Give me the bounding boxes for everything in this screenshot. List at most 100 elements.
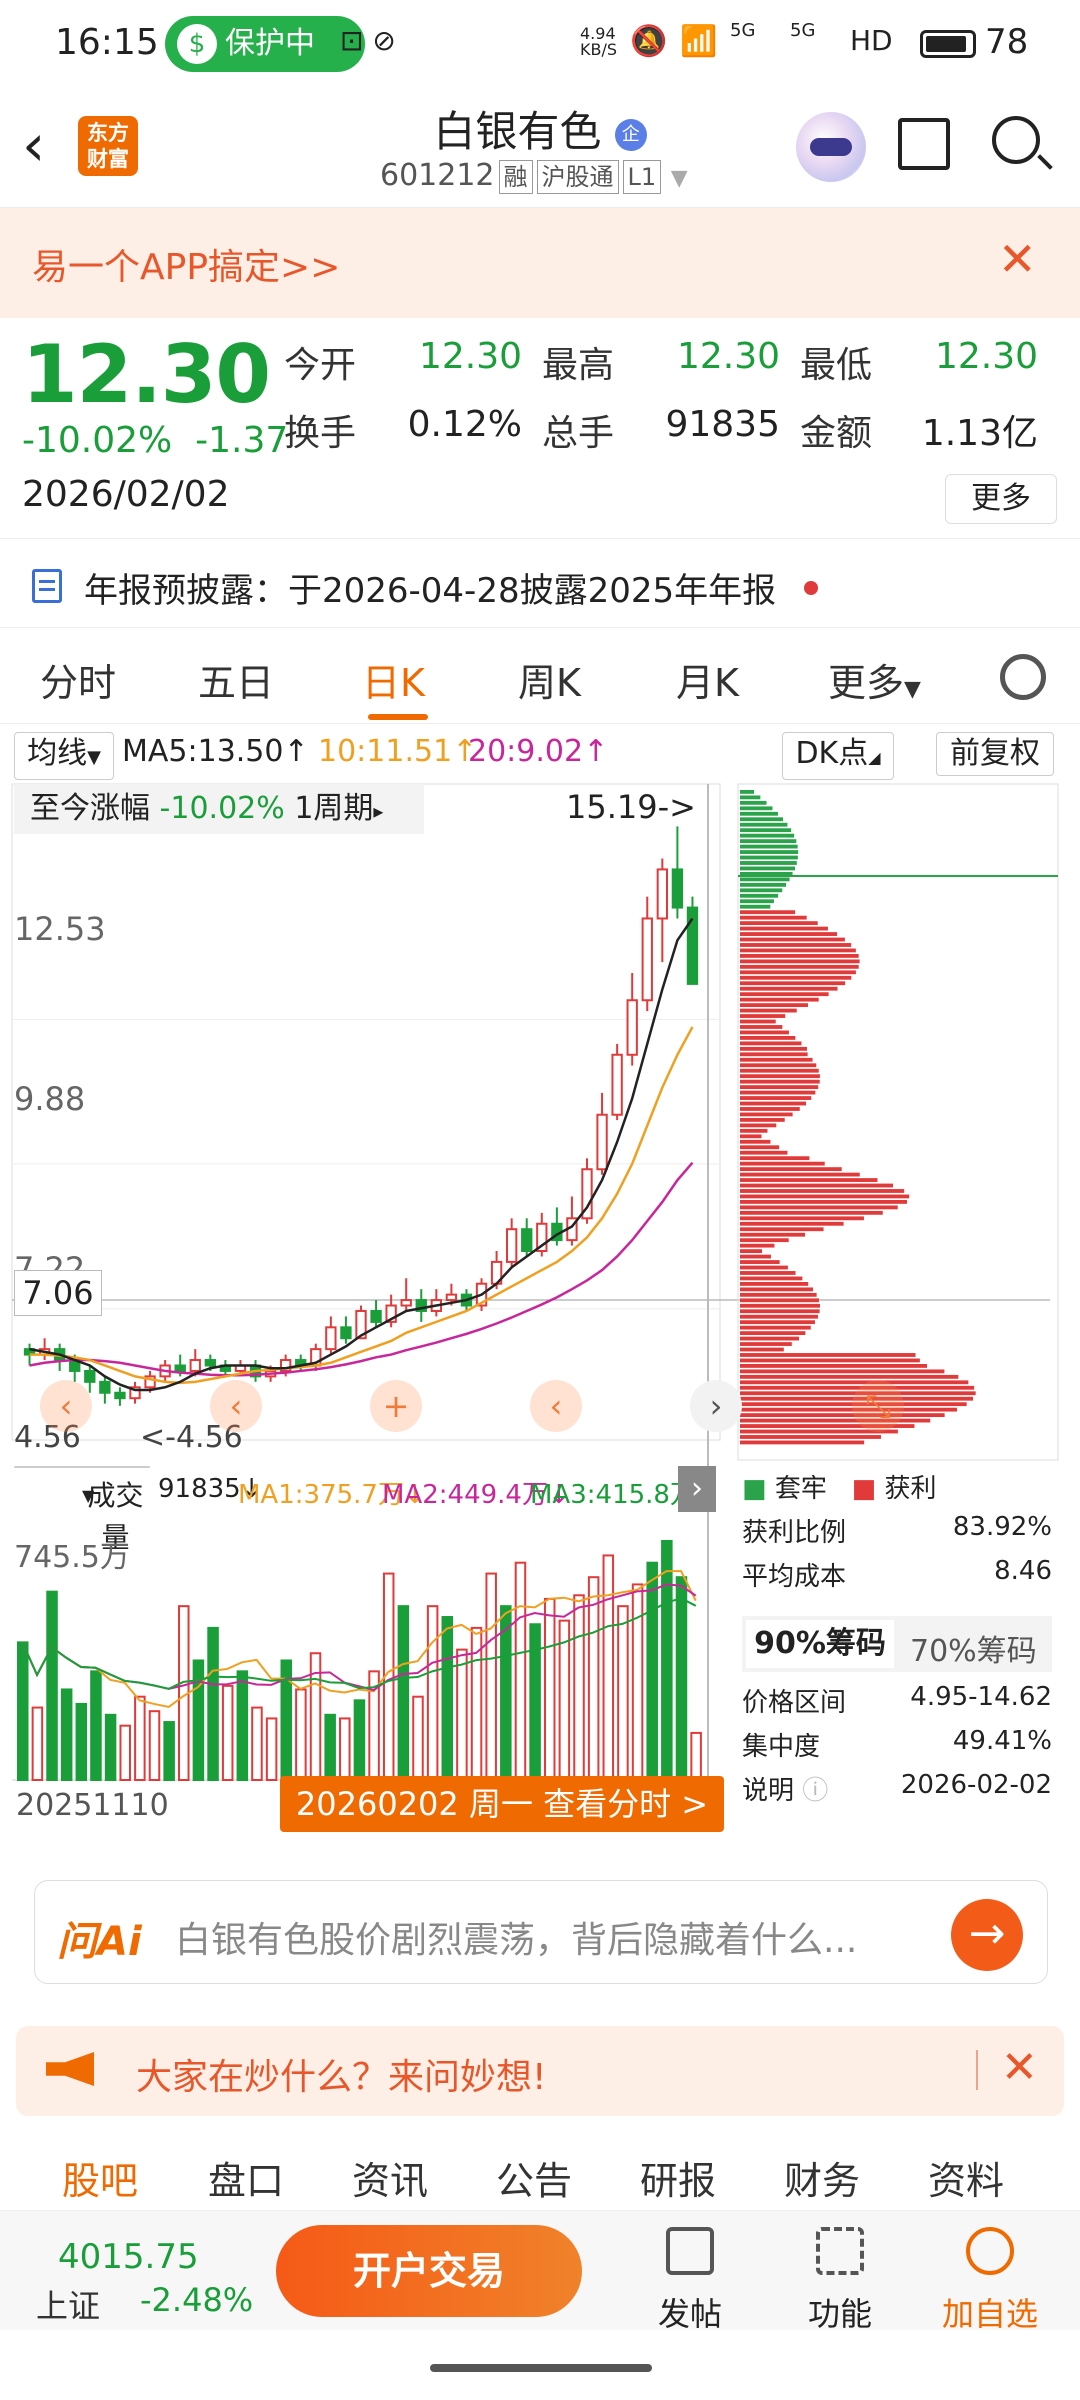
range-change[interactable]: 至今涨幅 -10.02% 1周期▸ [14, 784, 424, 834]
hot-topic-text[interactable]: 大家在炒什么？来问妙想! [136, 2048, 546, 2100]
volume-selector[interactable]: 成交量 ▼ [14, 1466, 150, 1554]
nav-dot-icon[interactable]: ‹ [210, 1380, 262, 1432]
stock-code-row[interactable]: 601212 融沪股通 L1 ▼ [380, 158, 688, 194]
tab-weekly-k[interactable]: 周K [518, 652, 581, 707]
close-icon[interactable]: ✕ [1001, 2042, 1038, 2093]
volume-bar [602, 1554, 615, 1781]
add-favorite-button[interactable]: 加自选 [930, 2227, 1050, 2335]
tab-research[interactable]: 研报 [640, 2150, 716, 2205]
notice-bar[interactable]: 年报预披露：于2026-04-28披露2025年年报 [0, 538, 1080, 628]
assistant-avatar[interactable] [796, 112, 866, 182]
view-fenshi-button[interactable]: 20260202 周一 查看分时 > [280, 1776, 724, 1832]
chip-bar [740, 1019, 776, 1024]
chip-bar [740, 937, 845, 942]
tab-news[interactable]: 资讯 [352, 2150, 428, 2205]
home-indicator[interactable] [430, 2364, 652, 2372]
tab-daily-k[interactable]: 日K [362, 652, 425, 707]
share-icon[interactable] [898, 118, 950, 170]
adjust-selector[interactable]: 前复权 [936, 732, 1054, 776]
tab-5day[interactable]: 五日 [198, 652, 274, 707]
chip-bar [740, 1128, 768, 1133]
open-account-button[interactable]: 开户交易 [276, 2225, 582, 2317]
chevron-left-icon[interactable]: ‹ [530, 1380, 582, 1432]
chip-bar [740, 1276, 803, 1281]
protect-label: 保护中 [225, 26, 315, 61]
concentration-value: 49.41% [952, 1726, 1052, 1756]
notice-text[interactable]: 年报预披露：于2026-04-28披露2025年年报 [84, 563, 776, 612]
chip-bar [740, 1435, 881, 1439]
volume-expand-icon[interactable]: › [678, 1466, 716, 1512]
arrow-right-icon[interactable]: → [951, 1899, 1023, 1971]
hot-topic-banner[interactable]: 大家在炒什么？来问妙想! ✕ [16, 2026, 1064, 2116]
promo-text[interactable]: 易一个APP搞定>> [32, 238, 340, 290]
tab-announcements[interactable]: 公告 [496, 2150, 572, 2205]
index-name[interactable]: 上证 [36, 2281, 100, 2327]
ai-placeholder[interactable]: 白银有色股价剧烈震荡，背后隐藏着什么... [175, 1911, 857, 1963]
chip-bar [740, 1052, 808, 1057]
chip-bar [740, 822, 788, 827]
expand-icon[interactable]: ⤡ [852, 1380, 904, 1432]
info-icon[interactable]: ⓘ [802, 1776, 828, 1806]
quote-date: 2026/02/02 [22, 474, 230, 515]
volume-bar [221, 1684, 234, 1782]
volume-bar [324, 1713, 336, 1781]
dk-point-selector[interactable]: DK点◢ [782, 732, 894, 780]
tab-guba[interactable]: 股吧 [62, 2150, 138, 2205]
search-icon[interactable] [992, 116, 1040, 164]
dropdown-icon[interactable]: ▼ [671, 166, 688, 191]
candle-body [596, 1113, 608, 1171]
chip-bar [740, 1232, 806, 1237]
chip-bar [740, 1369, 945, 1374]
chip-bar [740, 954, 859, 958]
y-label-3: 7.22 [14, 1250, 86, 1272]
chip-bar [740, 1014, 786, 1018]
chip-bar [740, 959, 860, 964]
post-button[interactable]: 发帖 [630, 2227, 750, 2335]
plus-icon[interactable]: + [370, 1380, 422, 1432]
volume-label: 总手 [542, 413, 615, 454]
tab-fenshi[interactable]: 分时 [40, 652, 116, 707]
tab-70-chips[interactable]: 70%筹码 [910, 1626, 1037, 1670]
gear-icon[interactable] [1000, 654, 1046, 700]
tab-profile[interactable]: 资料 [928, 2150, 1004, 2205]
chip-bar [740, 986, 838, 991]
chip-bar [740, 1194, 910, 1199]
grid-icon [816, 2227, 864, 2275]
index-value[interactable]: 4015.75 [58, 2237, 199, 2277]
chip-bar [740, 1407, 957, 1412]
ma-selector[interactable]: 均线▼ [14, 732, 114, 780]
candle-body [445, 1293, 458, 1302]
volume-bar [353, 1699, 366, 1782]
tab-90-chips[interactable]: 90%筹码 [746, 1620, 894, 1668]
promo-banner[interactable]: 易一个APP搞定>> ✕ [0, 208, 1080, 318]
tab-more[interactable]: 更多▼ [828, 652, 921, 707]
index-pct[interactable]: -2.48% [140, 2281, 253, 2319]
more-button[interactable]: 更多 [945, 474, 1057, 524]
chip-bar [740, 833, 795, 838]
chip-bar [740, 1123, 777, 1128]
volume-bar [236, 1670, 249, 1781]
tab-finance[interactable]: 财务 [784, 2150, 860, 2205]
status-time: 16:15 [55, 22, 159, 63]
price-change: -10.02% -1.37 [22, 420, 288, 461]
volume-bar [661, 1539, 673, 1782]
ai-question-box[interactable]: 问Ai 白银有色股价剧烈震荡，背后隐藏着什么... → [34, 1880, 1048, 1984]
candle-body [505, 1228, 518, 1263]
wifi-icon: 📶 [680, 24, 718, 59]
prev-nav-icon[interactable]: ‹ [40, 1380, 92, 1432]
close-icon[interactable]: ✕ [998, 232, 1037, 286]
volume-bar [119, 1724, 131, 1782]
chips-panel: ■ 套牢 ■ 获利 获利比例 83.92% 平均成本 8.46 90%筹码 70%筹… [736, 1468, 1056, 1828]
chip-bar [740, 811, 778, 816]
tab-pankou[interactable]: 盘口 [208, 2150, 284, 2205]
chevron-right-icon[interactable]: › [690, 1380, 742, 1432]
desc-date: 2026-02-02 [900, 1770, 1052, 1800]
chip-bar [740, 1265, 788, 1270]
function-button[interactable]: 功能 [780, 2227, 900, 2335]
chip-bar [740, 1118, 785, 1122]
chip-bar [740, 932, 838, 936]
chip-bar [740, 1036, 796, 1040]
tab-monthly-k[interactable]: 月K [676, 652, 739, 707]
turnover-value: 0.12% [407, 404, 522, 445]
chip-bar [740, 964, 859, 969]
